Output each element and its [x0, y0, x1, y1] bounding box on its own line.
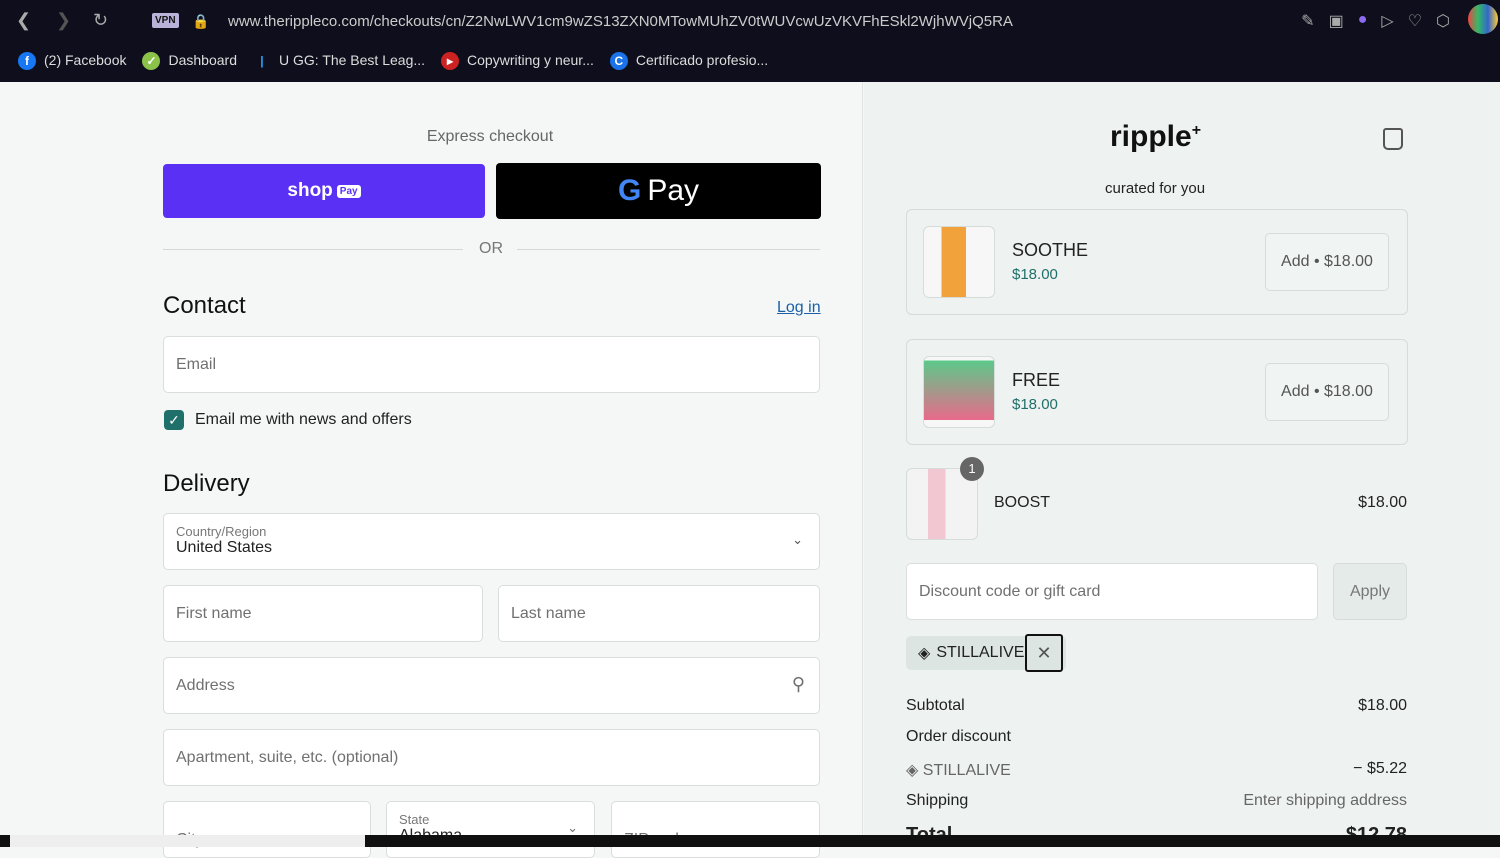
- subtotal-label: Subtotal: [906, 697, 965, 714]
- apply-button[interactable]: Apply: [1333, 563, 1407, 620]
- discount-input[interactable]: Discount code or gift card: [906, 563, 1318, 620]
- quantity-badge: 1: [960, 457, 984, 481]
- shipping-value: Enter shipping address: [1243, 792, 1407, 809]
- shield-icon[interactable]: ●: [1358, 11, 1368, 31]
- bookmark-dashboard[interactable]: ✓ Dashboard: [142, 52, 237, 71]
- last-name-input[interactable]: Last name: [498, 585, 820, 642]
- add-free-button[interactable]: Add • $18.00: [1265, 363, 1389, 421]
- back-icon[interactable]: ❮: [16, 10, 31, 31]
- login-link[interactable]: Log in: [777, 299, 821, 317]
- address-bar[interactable]: www.therippleco.com/checkouts/cn/Z2NwLWV…: [228, 13, 1013, 30]
- vpn-badge[interactable]: VPN: [152, 13, 179, 28]
- or-label: OR: [479, 240, 503, 257]
- contact-heading: Contact: [163, 292, 246, 319]
- browser-chrome: ❮ ❯ ↻ VPN 🔒 www.therippleco.com/checkout…: [0, 0, 1500, 82]
- delivery-heading: Delivery: [163, 470, 250, 497]
- item-price: $18.00: [1358, 494, 1407, 511]
- divider: [517, 249, 820, 250]
- google-pay-button[interactable]: G Pay: [496, 163, 821, 219]
- tag-icon: ◈: [906, 762, 919, 779]
- product-name: SOOTHE: [1012, 240, 1089, 260]
- edit-icon[interactable]: ✎: [1301, 11, 1314, 31]
- express-checkout-label: Express checkout: [426, 128, 554, 145]
- search-icon: ⚲: [791, 674, 805, 694]
- avatar[interactable]: [1468, 4, 1498, 34]
- bookmark-copywriting[interactable]: ▸ Copywriting y neur...: [441, 52, 594, 71]
- remove-discount-button[interactable]: ✕: [1025, 634, 1063, 672]
- apartment-input[interactable]: Apartment, suite, etc. (optional): [163, 729, 820, 786]
- item-name: BOOST: [994, 494, 1051, 511]
- order-discount-label: Order discount: [906, 728, 1011, 745]
- divider: [163, 249, 463, 250]
- chevron-down-icon: ⌄: [792, 532, 803, 547]
- city-input[interactable]: City: [163, 801, 371, 858]
- product-name: FREE: [1012, 370, 1061, 390]
- discount-code-line: ◈ STILLALIVE: [906, 762, 1011, 779]
- upsell-card: FREE $18.00 Add • $18.00: [906, 339, 1408, 445]
- taskbar: [0, 835, 1500, 847]
- newsletter-label: Email me with news and offers: [195, 411, 412, 428]
- product-price: $18.00: [1012, 266, 1058, 283]
- send-icon[interactable]: ▷: [1381, 11, 1393, 31]
- discount-value: − $5.22: [1353, 760, 1407, 777]
- country-select[interactable]: Country/Region United States ⌄: [163, 513, 820, 570]
- chevron-down-icon: ⌄: [567, 820, 578, 835]
- checkout-form: Express checkout shop Pay G Pay OR Contact…: [0, 82, 863, 858]
- box-icon[interactable]: ⬡: [1436, 11, 1450, 31]
- state-select[interactable]: StateAlabama⌄: [386, 801, 595, 858]
- camera-icon[interactable]: ▣: [1329, 11, 1344, 31]
- order-summary: ripple+ curated for you: [864, 82, 1500, 835]
- bookmark-ugg[interactable]: | U GG: The Best Leag...: [252, 52, 425, 71]
- google-g-icon: G: [617, 174, 642, 207]
- tagline: curated for you: [1105, 180, 1206, 197]
- reload-icon[interactable]: ↻: [93, 10, 108, 31]
- zip-input[interactable]: ZIP code: [611, 801, 820, 858]
- upsell-card: SOOTHE $18.00 Add • $18.00: [906, 209, 1408, 315]
- bag-icon[interactable]: [1383, 128, 1403, 150]
- product-price: $18.00: [1012, 396, 1058, 413]
- shipping-label: Shipping: [906, 792, 969, 809]
- email-input[interactable]: Email: [163, 336, 820, 393]
- heart-icon[interactable]: ♡: [1408, 11, 1422, 31]
- tag-icon: ◈: [918, 645, 931, 662]
- address-input[interactable]: Address ⚲: [163, 657, 820, 714]
- lock-icon: 🔒: [192, 13, 210, 29]
- forward-icon[interactable]: ❯: [56, 10, 71, 31]
- product-image: [923, 226, 995, 298]
- add-soothe-button[interactable]: Add • $18.00: [1265, 233, 1389, 291]
- subtotal-value: $18.00: [1358, 697, 1407, 714]
- newsletter-checkbox[interactable]: ✓: [164, 410, 184, 430]
- bookmarks-bar: f (2) Facebook ✓ Dashboard | U GG: The Best…: [18, 52, 768, 71]
- bookmark-certificado[interactable]: C Certificado profesio...: [609, 52, 768, 71]
- product-image: [923, 356, 995, 428]
- brand-logo: ripple+: [1110, 120, 1202, 153]
- bookmark-facebook[interactable]: f (2) Facebook: [18, 52, 126, 71]
- shop-pay-button[interactable]: shop Pay: [163, 164, 485, 218]
- first-name-input[interactable]: First name: [163, 585, 483, 642]
